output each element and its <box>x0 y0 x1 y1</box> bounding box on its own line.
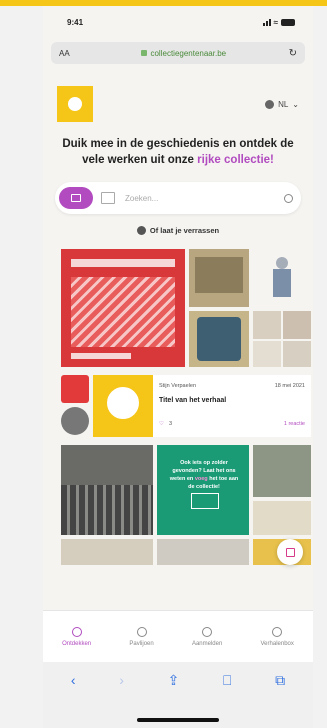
story-author: Stijn Verpaelen <box>159 383 196 389</box>
like-icon[interactable]: ♡ <box>159 421 164 427</box>
home-indicator <box>137 718 219 722</box>
grid-icon <box>71 194 81 202</box>
back-icon[interactable]: ‹ <box>71 672 76 688</box>
background-left <box>0 0 43 728</box>
avatar <box>105 385 141 421</box>
collection-item-poster[interactable] <box>61 249 185 367</box>
search-input[interactable]: Zoeken... <box>125 194 284 203</box>
reader-button[interactable]: AA <box>59 49 79 58</box>
phone-screen: 9:41 ≈ AA collectiegentenaar.be ↻ NL ⌄ D… <box>43 6 313 728</box>
background-right <box>313 0 327 728</box>
share-icon[interactable]: ⇪ <box>168 672 180 689</box>
collection-grid: Stijn Verpaelen 18 mei 2021 Titel van he… <box>43 249 313 589</box>
dice-icon <box>136 226 146 235</box>
collection-item-small-1[interactable] <box>253 311 281 339</box>
collection-item-painting[interactable] <box>189 249 249 307</box>
search-bar[interactable]: Zoeken... <box>55 182 301 214</box>
site-header: NL ⌄ <box>43 86 313 122</box>
tabs-icon[interactable]: ⧉ <box>275 672 285 689</box>
story-likes: 3 <box>169 421 173 427</box>
story-card[interactable]: Stijn Verpaelen 18 mei 2021 Titel van he… <box>93 375 311 437</box>
story-comments[interactable]: 1 reactie <box>284 421 305 427</box>
wifi-icon: ≈ <box>273 17 278 27</box>
box-icon <box>272 626 283 637</box>
tab-verhalenbox[interactable]: Verhalenbox <box>261 626 294 647</box>
collection-item-red-object[interactable] <box>61 375 89 403</box>
status-bar: 9:41 ≈ <box>43 6 313 38</box>
collection-item-photo[interactable] <box>61 445 153 535</box>
collection-item-small-3[interactable] <box>253 341 281 367</box>
collection-item-cta[interactable]: Ook iets op zolder gevonden? Laat het on… <box>157 445 249 535</box>
globe-icon <box>265 99 275 109</box>
bottom-navigation: Ontdekken Pavlijoen Aanmelden Verhalenbo… <box>43 610 313 662</box>
collection-item-map[interactable] <box>253 445 311 497</box>
battery-icon <box>281 18 295 26</box>
search-icon[interactable] <box>284 193 293 203</box>
user-icon <box>202 626 213 637</box>
collection-item-small-2[interactable] <box>283 311 311 339</box>
tab-aanmelden[interactable]: Aanmelden <box>192 626 222 647</box>
search-icon <box>71 626 82 637</box>
box-icon <box>285 547 295 557</box>
tab-pavlijoen[interactable]: Pavlijoen <box>129 626 154 647</box>
address-bar[interactable]: AA collectiegentenaar.be ↻ <box>51 42 305 64</box>
cta-accent: voeg <box>194 476 208 482</box>
collection-item-plaque[interactable] <box>189 311 249 367</box>
language-label: NL <box>278 99 289 109</box>
collection-item-dark-object[interactable] <box>61 407 89 435</box>
url-text: collectiegentenaar.be <box>150 48 227 58</box>
collection-item-sign[interactable] <box>157 539 249 565</box>
surprise-link[interactable]: Of laat je verrassen <box>43 226 313 235</box>
story-date: 18 mei 2021 <box>274 383 305 389</box>
collection-item-figure[interactable] <box>253 249 311 307</box>
globe-icon <box>136 626 147 637</box>
browser-toolbar: ‹ › ⇪ ⎕ ⧉ <box>43 662 313 728</box>
story-title: Titel van het verhaal <box>159 397 227 404</box>
chevron-down-icon: ⌄ <box>292 99 299 109</box>
language-selector[interactable]: NL ⌄ <box>265 99 299 109</box>
collection-item-paper[interactable] <box>61 539 153 565</box>
grid-view-toggle[interactable] <box>59 187 93 209</box>
collection-item-doc[interactable] <box>253 501 311 535</box>
forward-icon[interactable]: › <box>119 672 124 688</box>
story-box-fab[interactable] <box>277 539 303 565</box>
page-headline: Duik mee in de geschiedenis en ontdek de… <box>43 136 313 168</box>
surprise-label: Of laat je verrassen <box>149 226 220 235</box>
box-icon <box>191 493 219 509</box>
lock-icon <box>141 50 148 56</box>
bookmarks-icon[interactable]: ⎕ <box>223 672 231 689</box>
headline-accent: rijke collectie! <box>197 154 274 166</box>
map-view-toggle[interactable] <box>101 192 115 204</box>
collection-item-small-4[interactable] <box>283 341 311 367</box>
reload-icon[interactable]: ↻ <box>289 48 297 59</box>
status-time: 9:41 <box>67 17 84 27</box>
signal-icon <box>262 18 271 26</box>
tab-ontdekken[interactable]: Ontdekken <box>62 626 91 647</box>
site-logo[interactable] <box>57 86 93 122</box>
